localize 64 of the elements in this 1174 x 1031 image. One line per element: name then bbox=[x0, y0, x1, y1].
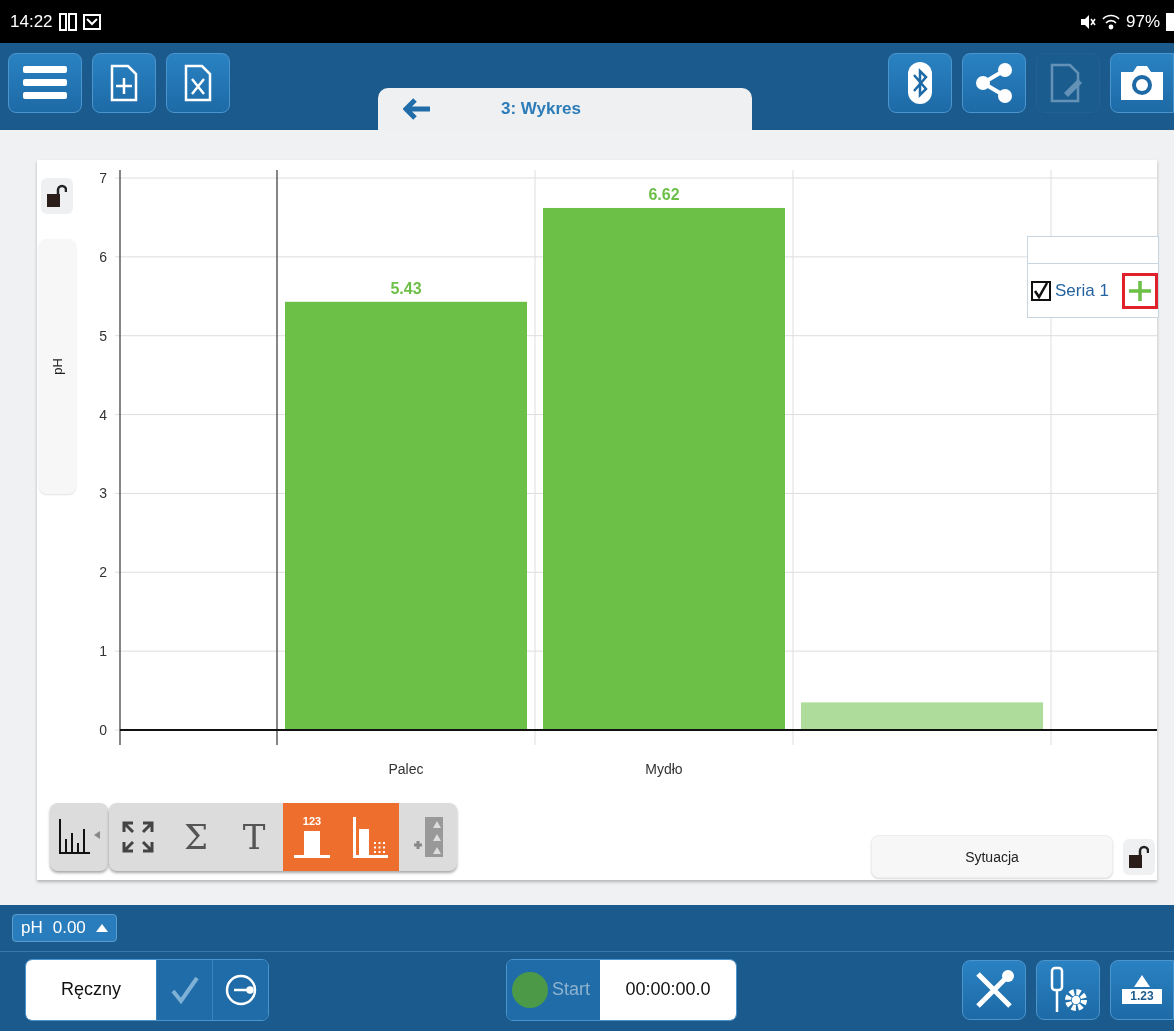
lock-button[interactable] bbox=[1123, 839, 1155, 875]
axis-tick-label: 7 bbox=[99, 170, 107, 186]
value-label: 5.43 bbox=[390, 279, 422, 297]
axis-tick-label: 4 bbox=[99, 406, 107, 423]
spreadsheet-file-icon bbox=[184, 64, 212, 102]
new-file-icon bbox=[110, 64, 138, 102]
timer-display: 00:00:00.0 bbox=[600, 959, 736, 1020]
add-rows-icon bbox=[411, 815, 445, 859]
notification-icon bbox=[58, 12, 77, 31]
bluetooth-button[interactable] bbox=[888, 53, 952, 113]
sum-button[interactable]: Σ bbox=[167, 803, 225, 871]
tools-button[interactable] bbox=[962, 959, 1026, 1020]
series-name: Seria 1 bbox=[1055, 280, 1109, 301]
mail-icon bbox=[82, 12, 101, 31]
bluetooth-icon bbox=[908, 62, 932, 104]
camera-button[interactable] bbox=[1110, 53, 1174, 113]
situation-button[interactable]: Sytuacja bbox=[871, 835, 1113, 878]
axis-tick-label: 5 bbox=[99, 327, 107, 344]
share-button[interactable] bbox=[962, 53, 1026, 113]
circle-dot-icon bbox=[223, 972, 258, 1007]
page-tab[interactable]: 3: Wykres bbox=[378, 88, 752, 130]
value-label: 6.62 bbox=[648, 185, 680, 203]
menu-icon bbox=[23, 64, 67, 102]
sensor-chip[interactable]: pH 0.00 bbox=[12, 914, 117, 942]
chart-type-button[interactable] bbox=[50, 803, 108, 871]
caret-up-icon bbox=[95, 924, 108, 932]
sample-button[interactable] bbox=[212, 959, 268, 1020]
axis-tick-label: 3 bbox=[99, 485, 107, 502]
new-file-button[interactable] bbox=[92, 53, 156, 113]
spreadsheet-button[interactable] bbox=[166, 53, 230, 113]
unlock-icon bbox=[1129, 845, 1149, 869]
sensor-settings-button[interactable] bbox=[1036, 959, 1100, 1020]
battery-percent: 97% bbox=[1125, 11, 1160, 32]
menu-button[interactable] bbox=[8, 53, 82, 113]
category-label: Mydło bbox=[645, 761, 683, 777]
mute-icon bbox=[1079, 13, 1096, 30]
wifi-icon bbox=[1101, 13, 1120, 30]
value-labels-button[interactable]: 123 bbox=[283, 803, 341, 871]
back-arrow-icon[interactable] bbox=[403, 98, 431, 120]
bar-style-button[interactable] bbox=[341, 803, 399, 871]
checkbox[interactable] bbox=[1031, 280, 1051, 301]
axis-tick-label: 1 bbox=[99, 643, 107, 660]
axis-tick-label: 6 bbox=[99, 248, 107, 265]
camera-icon bbox=[1119, 64, 1165, 102]
bar-chart-icon bbox=[56, 817, 102, 857]
unlock-icon bbox=[47, 184, 67, 208]
category-label: Palec bbox=[388, 761, 424, 777]
bar-chart-icon bbox=[350, 815, 390, 859]
axis-tick-label: 0 bbox=[99, 722, 107, 738]
expand-icon bbox=[121, 820, 155, 854]
meter-button[interactable]: 1.23 bbox=[1110, 959, 1174, 1020]
tab-title: 3: Wykres bbox=[501, 99, 581, 119]
text-button[interactable]: T bbox=[225, 803, 283, 871]
axis-tick-label: 2 bbox=[99, 564, 107, 581]
triangle-up-icon bbox=[1134, 975, 1150, 987]
share-icon bbox=[975, 63, 1013, 103]
status-dot-icon bbox=[512, 971, 548, 1008]
check-icon bbox=[169, 974, 200, 1005]
lock-button[interactable] bbox=[41, 178, 73, 214]
battery-icon bbox=[1166, 12, 1174, 31]
mode-label: Ręczny bbox=[26, 959, 156, 1020]
axis-label-button[interactable]: pH bbox=[38, 239, 76, 494]
clock-time: 14:22 bbox=[10, 11, 53, 32]
series-marker-button[interactable] bbox=[1122, 272, 1158, 309]
